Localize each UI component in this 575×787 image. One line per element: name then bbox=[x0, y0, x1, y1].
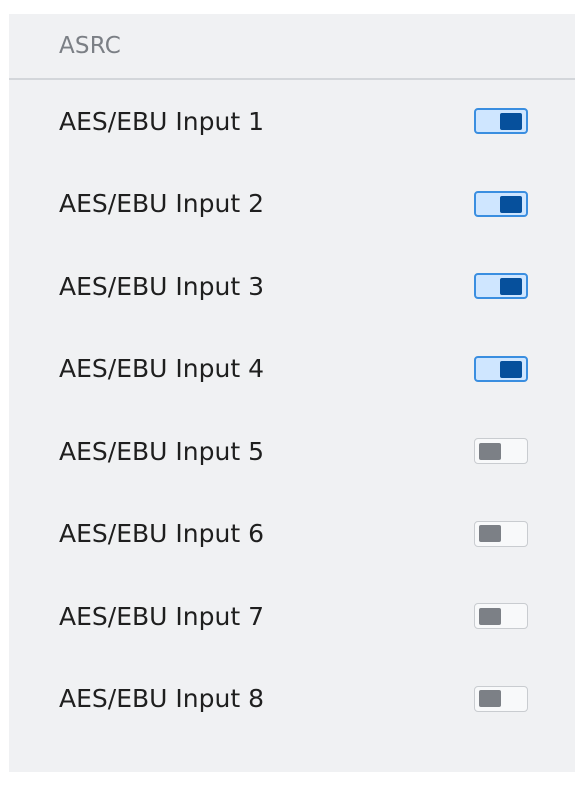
toggle-off[interactable] bbox=[474, 603, 528, 630]
toggle-knob bbox=[500, 360, 522, 378]
asrc-panel: ASRC AES/EBU Input 1 AES/EBU Input 2 AES… bbox=[9, 14, 575, 772]
toggle-off[interactable] bbox=[474, 438, 528, 465]
list-item: AES/EBU Input 7 bbox=[9, 575, 575, 658]
list-item: AES/EBU Input 1 bbox=[9, 80, 575, 163]
toggle-knob bbox=[500, 278, 522, 296]
toggle-on[interactable] bbox=[474, 108, 528, 135]
input-label: AES/EBU Input 4 bbox=[59, 354, 264, 384]
toggle-on[interactable] bbox=[474, 190, 528, 217]
input-list: AES/EBU Input 1 AES/EBU Input 2 AES/EBU … bbox=[9, 80, 575, 740]
input-label: AES/EBU Input 8 bbox=[59, 684, 264, 714]
list-item: AES/EBU Input 8 bbox=[9, 658, 575, 741]
toggle-knob bbox=[479, 607, 501, 625]
input-label: AES/EBU Input 1 bbox=[59, 106, 264, 136]
list-item: AES/EBU Input 4 bbox=[9, 328, 575, 411]
input-label: AES/EBU Input 3 bbox=[59, 271, 264, 301]
input-label: AES/EBU Input 7 bbox=[59, 601, 264, 631]
toggle-on[interactable] bbox=[474, 355, 528, 382]
toggle-knob bbox=[479, 690, 501, 708]
toggle-knob bbox=[500, 113, 522, 131]
toggle-off[interactable] bbox=[474, 520, 528, 547]
input-label: AES/EBU Input 5 bbox=[59, 436, 264, 466]
list-item: AES/EBU Input 5 bbox=[9, 410, 575, 493]
toggle-knob bbox=[500, 195, 522, 213]
list-item: AES/EBU Input 3 bbox=[9, 245, 575, 328]
list-item: AES/EBU Input 6 bbox=[9, 493, 575, 576]
panel-title: ASRC bbox=[59, 33, 122, 59]
list-item: AES/EBU Input 2 bbox=[9, 163, 575, 246]
toggle-off[interactable] bbox=[474, 685, 528, 712]
toggle-on[interactable] bbox=[474, 273, 528, 300]
toggle-knob bbox=[479, 525, 501, 543]
toggle-knob bbox=[479, 442, 501, 460]
panel-header: ASRC bbox=[9, 14, 575, 80]
input-label: AES/EBU Input 2 bbox=[59, 189, 264, 219]
input-label: AES/EBU Input 6 bbox=[59, 519, 264, 549]
